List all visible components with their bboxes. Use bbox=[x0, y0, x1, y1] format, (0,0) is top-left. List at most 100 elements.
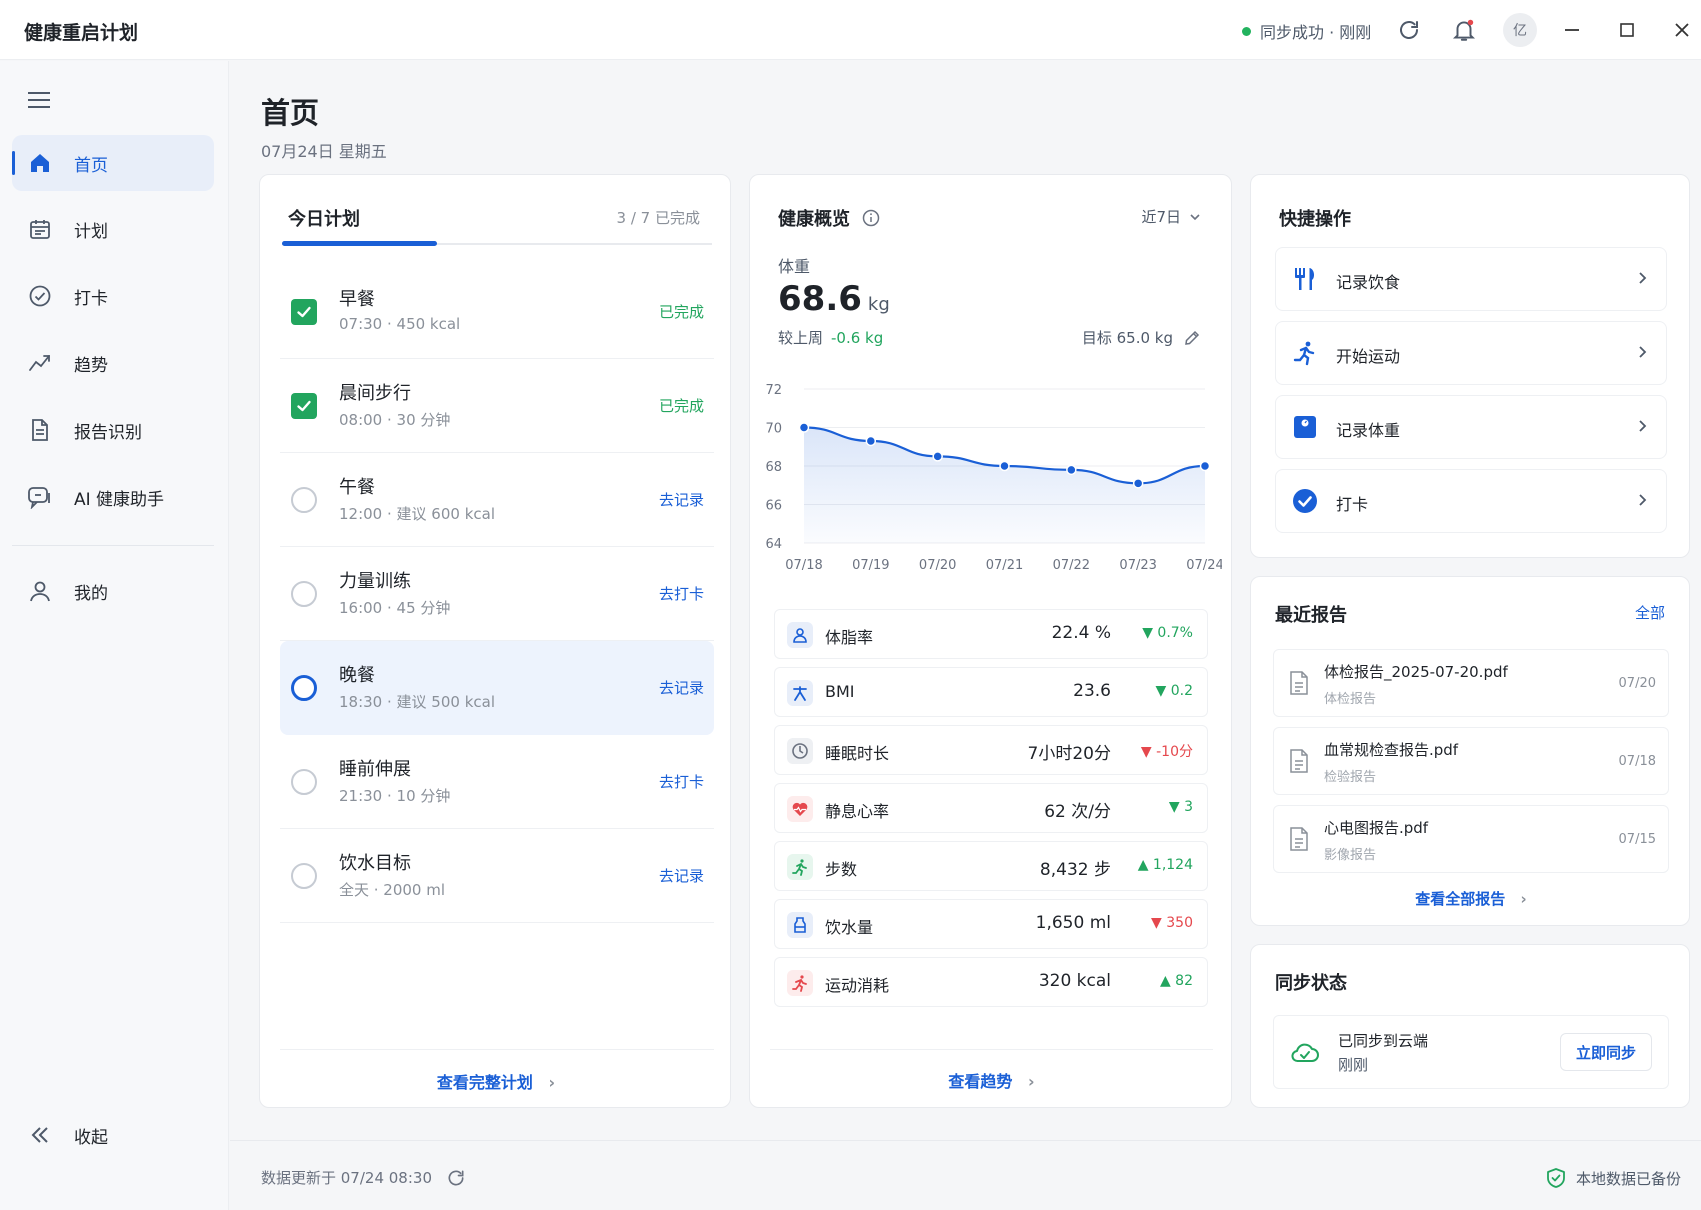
sidebar-item-checkin[interactable]: 打卡 bbox=[12, 268, 214, 324]
weight-line-chart: 72 70 68 66 6407/18 07/19 07/20 07/21 07/22 07/23… bbox=[765, 383, 1222, 573]
y-tick-label: 64 bbox=[765, 537, 782, 552]
plan-item-action[interactable]: 去打卡 bbox=[659, 583, 704, 604]
metric-row[interactable]: 饮水量 1,650 ml ▼ 350 bbox=[774, 899, 1208, 949]
plan-item[interactable]: 晨间步行 08:00 · 30 分钟 已完成 bbox=[280, 359, 714, 453]
heart-icon bbox=[787, 796, 813, 822]
x-tick-label: 07/24 bbox=[1186, 558, 1222, 573]
chevron-right-icon bbox=[1639, 272, 1647, 284]
view-full-plan-link[interactable]: 查看完整计划 › bbox=[260, 1069, 732, 1093]
refresh-icon[interactable] bbox=[446, 1168, 466, 1188]
edit-icon[interactable] bbox=[1183, 329, 1201, 347]
checkin-icon bbox=[1290, 486, 1320, 516]
weight-value: 68.6 bbox=[778, 279, 862, 319]
metric-value: 7小时20分 bbox=[1027, 744, 1111, 764]
weight-compare: 较上周 -0.6 kg bbox=[778, 327, 883, 348]
checked-checkbox-icon[interactable] bbox=[291, 392, 317, 419]
sidebar-collapse-button[interactable]: 收起 bbox=[12, 1107, 214, 1163]
unchecked-circle-icon[interactable] bbox=[291, 486, 317, 513]
metric-name: 睡眠时长 bbox=[825, 744, 890, 763]
plan-list: 早餐 07:30 · 450 kcal 已完成 晨间步行 08:00 · 30 分钟 已完… bbox=[280, 265, 714, 923]
calendar-icon bbox=[26, 215, 54, 243]
bell-icon[interactable] bbox=[1448, 14, 1480, 46]
plan-item-action[interactable]: 去记录 bbox=[659, 677, 704, 698]
quick-item-diet[interactable]: 记录饮食 bbox=[1275, 247, 1667, 311]
plan-item-action[interactable]: 去打卡 bbox=[659, 771, 704, 792]
metric-row[interactable]: 步数 8,432 步 ▲ 1,124 bbox=[774, 841, 1208, 891]
plan-item[interactable]: 晚餐 18:30 · 建议 500 kcal 去记录 bbox=[280, 641, 714, 735]
metric-row[interactable]: 体脂率 22.4 % ▼ 0.7% bbox=[774, 609, 1208, 659]
metric-list: 体脂率 22.4 % ▼ 0.7% BMI 23.6 ▼ 0.2 睡眠时长 7小时20分 ▼ -… bbox=[774, 609, 1208, 1015]
y-tick-label: 72 bbox=[765, 383, 782, 398]
refresh-icon[interactable] bbox=[1393, 14, 1425, 46]
plan-item[interactable]: 睡前伸展 21:30 · 10 分钟 去打卡 bbox=[280, 735, 714, 829]
metric-row[interactable]: 静息心率 62 次/分 ▼ 3 bbox=[774, 783, 1208, 833]
checked-checkbox-icon[interactable] bbox=[291, 298, 317, 325]
plan-item-action: 已完成 bbox=[658, 303, 704, 321]
sidebar-item-report[interactable]: 报告识别 bbox=[12, 402, 214, 458]
unchecked-circle-icon[interactable] bbox=[291, 862, 317, 889]
metric-row[interactable]: 睡眠时长 7小时20分 ▼ -10分 bbox=[774, 725, 1208, 775]
quick-item-exercise[interactable]: 开始运动 bbox=[1275, 321, 1667, 385]
unchecked-circle-icon[interactable] bbox=[291, 675, 317, 701]
status-backup: 本地数据已备份 bbox=[1546, 1167, 1681, 1189]
plan-item[interactable]: 午餐 12:00 · 建议 600 kcal 去记录 bbox=[280, 453, 714, 547]
chevron-right-icon bbox=[1639, 346, 1647, 358]
trend-icon bbox=[26, 349, 54, 377]
sidebar-item-plan[interactable]: 计划 bbox=[12, 201, 214, 257]
report-item[interactable]: 心电图报告.pdf 影像报告 07/15 bbox=[1273, 805, 1669, 873]
report-item[interactable]: 血常规检查报告.pdf 检验报告 07/18 bbox=[1273, 727, 1669, 795]
avatar[interactable]: 亿 bbox=[1503, 13, 1537, 47]
steps-icon bbox=[787, 854, 813, 880]
view-trend-label: 查看趋势 bbox=[948, 1072, 1013, 1091]
metric-row[interactable]: 运动消耗 320 kcal ▲ 82 bbox=[774, 957, 1208, 1007]
unchecked-circle-icon[interactable] bbox=[291, 580, 317, 607]
sync-box-status: 已同步到云端 bbox=[1338, 1032, 1429, 1050]
sync-now-button[interactable]: 立即同步 bbox=[1560, 1033, 1652, 1071]
sidebar-item-home[interactable]: 首页 bbox=[12, 135, 214, 191]
range-dropdown[interactable]: 近7日 bbox=[1141, 206, 1201, 227]
sidebar-item-me[interactable]: 我的 bbox=[12, 563, 214, 619]
plan-item-meta: 12:00 · 建议 600 kcal bbox=[339, 505, 495, 523]
view-trend-link[interactable]: 查看趋势 › bbox=[750, 1068, 1233, 1092]
metric-value: 22.4 % bbox=[1051, 623, 1111, 643]
sync-title: 同步状态 bbox=[1275, 973, 1347, 994]
unchecked-circle-icon[interactable] bbox=[291, 768, 317, 795]
quick-item-weight[interactable]: 记录体重 bbox=[1275, 395, 1667, 459]
metric-change: ▼ 0.2 bbox=[1155, 683, 1193, 699]
plan-progress-bar bbox=[282, 241, 712, 246]
maximize-icon[interactable] bbox=[1611, 14, 1643, 46]
sync-box: 已同步到云端 刚刚 立即同步 bbox=[1273, 1015, 1669, 1089]
y-tick-label: 70 bbox=[765, 422, 782, 437]
sidebar-item-trend[interactable]: 趋势 bbox=[12, 335, 214, 391]
metric-change: ▲ 1,124 bbox=[1137, 857, 1193, 873]
metric-name: 体脂率 bbox=[825, 628, 874, 647]
minimize-icon[interactable] bbox=[1556, 14, 1588, 46]
metric-change: ▼ 350 bbox=[1151, 915, 1193, 931]
reports-all-link[interactable]: 全部 bbox=[1635, 602, 1665, 623]
report-date: 07/15 bbox=[1618, 832, 1656, 847]
series-area bbox=[804, 427, 1205, 543]
quick-item-checkin[interactable]: 打卡 bbox=[1275, 469, 1667, 533]
close-icon[interactable] bbox=[1666, 14, 1698, 46]
metric-row[interactable]: BMI 23.6 ▼ 0.2 bbox=[774, 667, 1208, 717]
report-item[interactable]: 体检报告_2025-07-20.pdf 体检报告 07/20 bbox=[1273, 649, 1669, 717]
plan-item[interactable]: 饮水目标 全天 · 2000 ml 去记录 bbox=[280, 829, 714, 923]
plan-item[interactable]: 早餐 07:30 · 450 kcal 已完成 bbox=[280, 265, 714, 359]
sidebar-item-ai[interactable]: AI 健康助手 bbox=[12, 469, 214, 525]
sidebar-item-label: 趋势 bbox=[74, 355, 108, 376]
view-all-reports-link[interactable]: 查看全部报告 › bbox=[1251, 888, 1691, 909]
weight-label: 体重 bbox=[778, 257, 811, 276]
plan-item-action[interactable]: 去记录 bbox=[659, 865, 704, 886]
info-icon[interactable] bbox=[862, 209, 880, 227]
data-point bbox=[932, 451, 943, 462]
metric-value: 23.6 bbox=[1073, 681, 1111, 701]
plan-item-action[interactable]: 去记录 bbox=[659, 489, 704, 510]
compare-label: 较上周 bbox=[778, 329, 824, 347]
chevron-right-icon: › bbox=[1028, 1072, 1035, 1091]
menu-icon[interactable] bbox=[24, 85, 54, 115]
x-tick-label: 07/18 bbox=[785, 558, 822, 573]
plan-item-meta: 08:00 · 30 分钟 bbox=[339, 411, 451, 429]
metric-name: 运动消耗 bbox=[825, 976, 890, 995]
sync-box-time: 刚刚 bbox=[1338, 1056, 1369, 1074]
plan-item[interactable]: 力量训练 16:00 · 45 分钟 去打卡 bbox=[280, 547, 714, 641]
